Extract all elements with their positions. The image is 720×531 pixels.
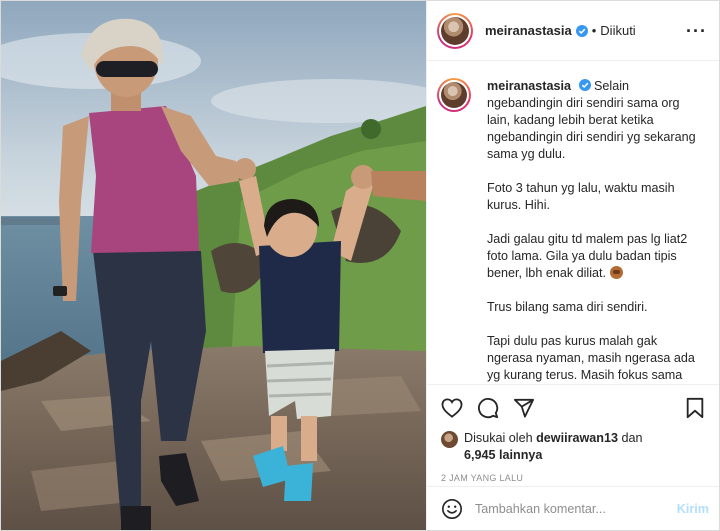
- avatar-image: [441, 16, 469, 45]
- caption-avatar[interactable]: [437, 78, 471, 112]
- post-photo[interactable]: [1, 1, 426, 530]
- bookmark-icon[interactable]: [685, 397, 705, 419]
- comments-area[interactable]: meiranastasia Selain ngebandingin diri s…: [427, 62, 719, 382]
- caption-paragraph-5: Tapi dulu pas kurus malah gak ngerasa ny…: [487, 334, 695, 382]
- post-side-panel: meiranastasia • Diikuti ··· meiranastasi…: [426, 1, 719, 530]
- header-separator: •: [591, 23, 597, 38]
- header-username[interactable]: meiranastasia: [485, 23, 572, 38]
- post-timestamp[interactable]: 2 JAM YANG LALU: [441, 473, 705, 483]
- liker-avatar[interactable]: [441, 431, 458, 448]
- likes-conjunction: dan: [621, 431, 643, 445]
- action-icons-row: [441, 385, 705, 430]
- caption-verified-badge-icon: [578, 79, 591, 91]
- post-actions: Disukai oleh dewiirawan13 dan 6,945 lain…: [427, 384, 719, 483]
- more-options-icon[interactable]: ···: [686, 22, 707, 40]
- caption-paragraph-3: Jadi galau gitu td malem pas lg liat2 fo…: [487, 232, 688, 280]
- post-comment-button[interactable]: Kirim: [677, 502, 709, 516]
- emoji-picker-icon[interactable]: [441, 498, 463, 520]
- likes-prefix: Disukai oleh: [464, 431, 533, 445]
- see-no-evil-monkey-emoji-icon: [609, 266, 623, 279]
- heart-icon[interactable]: [441, 397, 463, 418]
- share-icon[interactable]: [513, 398, 535, 418]
- avatar[interactable]: [437, 12, 473, 49]
- caption-avatar-image: [441, 82, 467, 108]
- caption-row: meiranastasia Selain ngebandingin diri s…: [437, 78, 705, 382]
- caption-paragraph-2: Foto 3 tahun yg lalu, waktu masih kurus.…: [487, 181, 675, 212]
- following-button[interactable]: Diikuti: [600, 23, 635, 38]
- comment-input[interactable]: [475, 501, 677, 516]
- caption-username[interactable]: meiranastasia: [487, 79, 571, 93]
- comment-icon[interactable]: [477, 397, 499, 419]
- caption-paragraph-4: Trus bilang sama diri sendiri.: [487, 300, 648, 314]
- likes-summary: Disukai oleh dewiirawan13 dan 6,945 lain…: [441, 430, 705, 464]
- verified-badge-icon: [575, 24, 588, 37]
- add-comment-bar: Kirim: [427, 486, 719, 530]
- post-header: meiranastasia • Diikuti ···: [427, 1, 719, 61]
- post-photo-illustration: [1, 1, 426, 530]
- likes-count[interactable]: 6,945 lainnya: [464, 448, 542, 462]
- instagram-post: meiranastasia • Diikuti ··· meiranastasi…: [0, 0, 720, 531]
- liker-username[interactable]: dewiirawan13: [536, 431, 618, 445]
- post-caption: meiranastasia Selain ngebandingin diri s…: [487, 78, 705, 382]
